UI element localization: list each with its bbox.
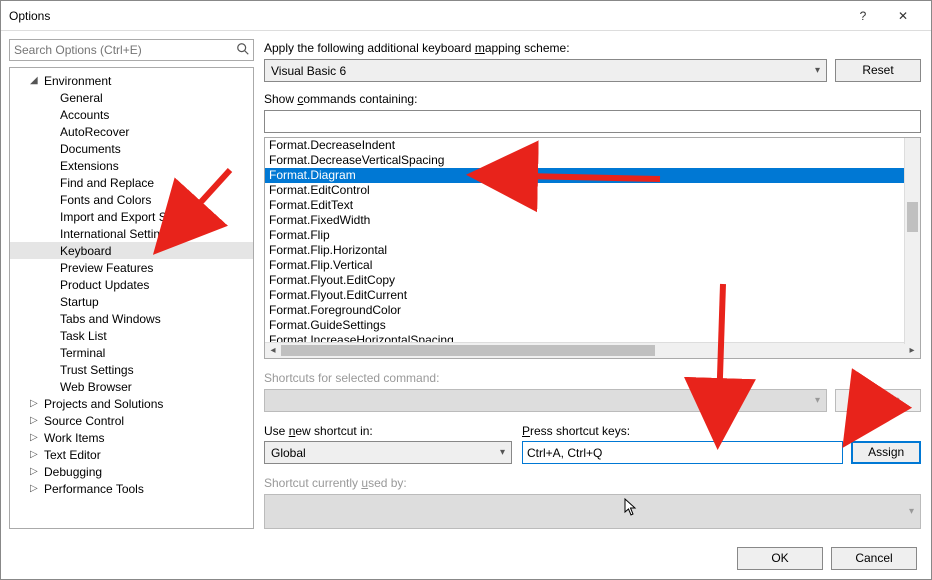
command-item[interactable]: Format.EditText <box>265 198 920 213</box>
scrollbar-vertical[interactable] <box>904 138 920 344</box>
press-label: Press shortcut keys: <box>522 424 921 438</box>
contains-input[interactable] <box>264 110 921 133</box>
scheme-value: Visual Basic 6 <box>271 64 346 78</box>
used-by-label: Shortcut currently used by: <box>264 476 921 490</box>
tree-item[interactable]: ▷Work Items <box>10 429 253 446</box>
command-list[interactable]: Format.DecreaseIndentFormat.DecreaseVert… <box>264 137 921 359</box>
help-button[interactable]: ? <box>843 9 883 23</box>
tree-item[interactable]: Keyboard <box>10 242 253 259</box>
tree-item[interactable]: ▷Projects and Solutions <box>10 395 253 412</box>
command-item[interactable]: Format.ForegroundColor <box>265 303 920 318</box>
tree-item[interactable]: Tabs and Windows <box>10 310 253 327</box>
tree-item[interactable]: Startup <box>10 293 253 310</box>
dialog-footer: OK Cancel <box>1 537 931 579</box>
search-icon <box>236 42 250 59</box>
press-keys-input[interactable] <box>522 441 843 464</box>
tree-item[interactable]: Web Browser <box>10 378 253 395</box>
tree-item-environment[interactable]: ◢Environment <box>10 72 253 89</box>
chevron-down-icon: ▾ <box>909 506 914 517</box>
command-item[interactable]: Format.DecreaseIndent <box>265 138 920 153</box>
chevron-down-icon: ▾ <box>815 65 820 76</box>
command-item[interactable]: Format.Flip.Vertical <box>265 258 920 273</box>
ok-button[interactable]: OK <box>737 547 823 570</box>
titlebar: Options ? ✕ <box>1 1 931 31</box>
chevron-down-icon: ▾ <box>500 447 505 458</box>
cancel-button[interactable]: Cancel <box>831 547 917 570</box>
tree-item[interactable]: General <box>10 89 253 106</box>
command-item[interactable]: Format.EditControl <box>265 183 920 198</box>
tree-item[interactable]: Accounts <box>10 106 253 123</box>
tree-item[interactable]: Find and Replace <box>10 174 253 191</box>
assign-button[interactable]: Assign <box>851 441 921 464</box>
tree-item[interactable]: Import and Export Settings <box>10 208 253 225</box>
command-item[interactable]: Format.Flip.Horizontal <box>265 243 920 258</box>
tree-item[interactable]: Documents <box>10 140 253 157</box>
shortcuts-for-label: Shortcuts for selected command: <box>264 371 921 385</box>
tree-item[interactable]: Trust Settings <box>10 361 253 378</box>
mouse-cursor-icon <box>624 498 638 519</box>
chevron-right-icon: ▸ <box>904 345 920 356</box>
tree-item[interactable]: Fonts and Colors <box>10 191 253 208</box>
tree-item[interactable]: Task List <box>10 327 253 344</box>
tree-item[interactable]: ▷Debugging <box>10 463 253 480</box>
tree-item[interactable]: Product Updates <box>10 276 253 293</box>
dialog-title: Options <box>9 9 843 23</box>
tree-item[interactable]: Terminal <box>10 344 253 361</box>
new-shortcut-label: Use new shortcut in: <box>264 424 512 438</box>
search-input[interactable] <box>9 39 254 61</box>
close-button[interactable]: ✕ <box>883 9 923 23</box>
reset-button[interactable]: Reset <box>835 59 921 82</box>
tree-item[interactable]: International Settings <box>10 225 253 242</box>
tree-item[interactable]: Preview Features <box>10 259 253 276</box>
chevron-down-icon: ▾ <box>815 395 820 406</box>
scheme-label: Apply the following additional keyboard … <box>264 41 921 55</box>
shortcuts-for-dropdown: ▾ <box>264 389 827 412</box>
scheme-dropdown[interactable]: Visual Basic 6 ▾ <box>264 59 827 82</box>
command-item[interactable]: Format.DecreaseVerticalSpacing <box>265 153 920 168</box>
options-tree[interactable]: ◢EnvironmentGeneralAccountsAutoRecoverDo… <box>9 67 254 529</box>
tree-item[interactable]: ▷Source Control <box>10 412 253 429</box>
command-item[interactable]: Format.FixedWidth <box>265 213 920 228</box>
tree-item[interactable]: AutoRecover <box>10 123 253 140</box>
command-item[interactable]: Format.Diagram <box>265 168 920 183</box>
command-item[interactable]: Format.GuideSettings <box>265 318 920 333</box>
remove-button: Remove <box>835 389 921 412</box>
contains-label: Show commands containing: <box>264 92 921 106</box>
tree-item[interactable]: Extensions <box>10 157 253 174</box>
tree-item[interactable]: ▷Performance Tools <box>10 480 253 497</box>
options-dialog: Options ? ✕ ◢EnvironmentGeneralAccountsA… <box>0 0 932 580</box>
command-item[interactable]: Format.Flip <box>265 228 920 243</box>
command-item[interactable]: Format.Flyout.EditCurrent <box>265 288 920 303</box>
tree-item[interactable]: ▷Text Editor <box>10 446 253 463</box>
new-shortcut-value: Global <box>271 446 306 460</box>
chevron-left-icon: ◂ <box>265 345 281 356</box>
new-shortcut-dropdown[interactable]: Global ▾ <box>264 441 512 464</box>
used-by-dropdown: ▾ <box>264 494 921 529</box>
command-item[interactable]: Format.IncreaseHorizontalSpacing <box>265 333 920 342</box>
command-item[interactable]: Format.Flyout.EditCopy <box>265 273 920 288</box>
scrollbar-horizontal[interactable]: ◂ ▸ <box>265 342 920 358</box>
